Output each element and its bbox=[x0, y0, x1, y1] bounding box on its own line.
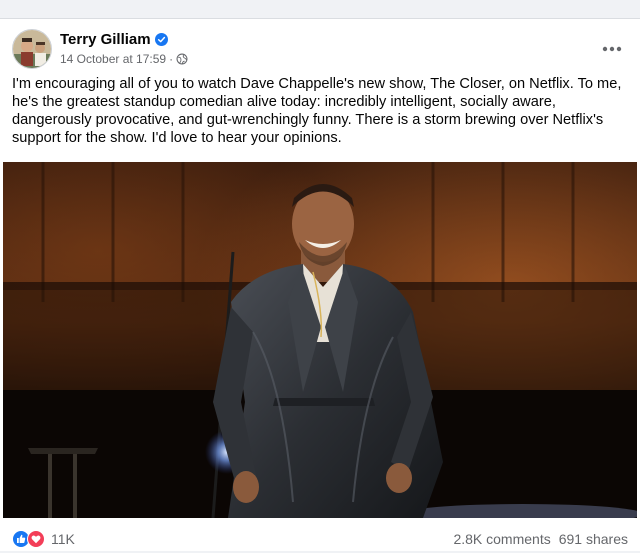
comments-count-link[interactable]: 2.8K comments bbox=[453, 531, 550, 547]
author-name-row: Terry Gilliam bbox=[60, 31, 168, 48]
post-header: Terry Gilliam 14 October at 17:59 · bbox=[12, 29, 628, 69]
more-options-button[interactable] bbox=[596, 33, 628, 65]
post-stats: 2.8K comments 691 shares bbox=[453, 531, 628, 547]
reactions-summary[interactable]: 11K bbox=[12, 530, 75, 548]
reaction-icons bbox=[12, 530, 45, 548]
shares-count-link[interactable]: 691 shares bbox=[559, 531, 628, 547]
post-photo-image bbox=[3, 162, 637, 518]
post-text: I'm encouraging all of you to watch Dave… bbox=[12, 76, 622, 146]
post-meta: 14 October at 17:59 · bbox=[60, 52, 188, 66]
meta-separator: · bbox=[169, 52, 174, 66]
reaction-count: 11K bbox=[51, 531, 75, 547]
post-timestamp[interactable]: 14 October at 17:59 bbox=[60, 52, 166, 66]
love-icon bbox=[27, 530, 45, 548]
avatar-image bbox=[13, 30, 51, 68]
author-name[interactable]: Terry Gilliam bbox=[60, 31, 151, 48]
verified-badge-icon bbox=[154, 33, 168, 46]
globe-icon[interactable] bbox=[176, 53, 188, 65]
author-avatar[interactable] bbox=[12, 29, 52, 69]
post-footer: 11K 2.8K comments 691 shares bbox=[12, 525, 628, 553]
post-card: Terry Gilliam 14 October at 17:59 · I'm … bbox=[0, 18, 640, 551]
more-dots-icon bbox=[602, 46, 622, 52]
post-photo[interactable] bbox=[3, 162, 637, 518]
